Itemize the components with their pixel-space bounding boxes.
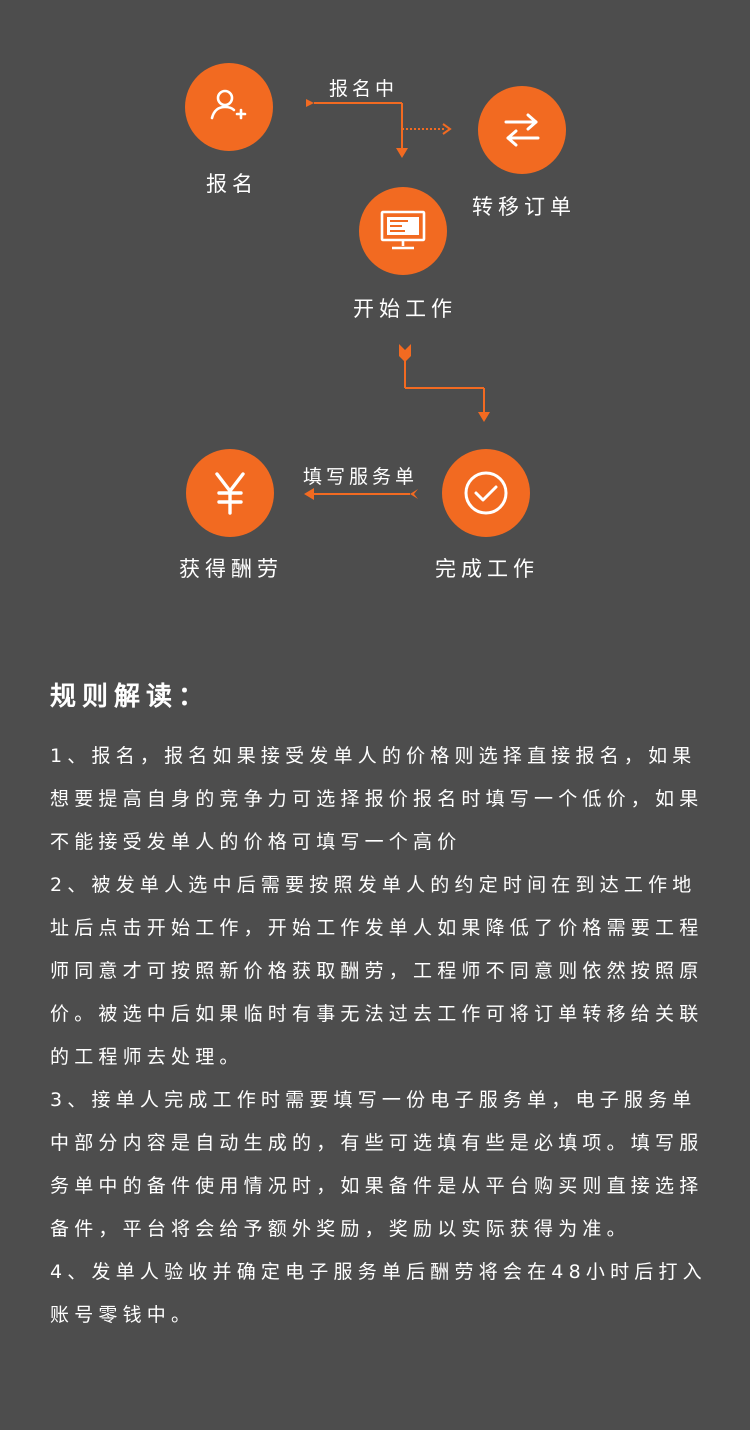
get-reward-step [186,449,274,537]
monitor-icon [380,210,426,250]
yen-icon [215,472,245,515]
start-work-step [359,187,447,275]
complete-work-step [442,449,530,537]
user-add-icon [210,89,247,120]
arrow-complete-to-reward [304,488,418,500]
swap-arrows-icon [504,113,540,147]
signup-step [185,63,273,151]
transfer-order-label: 转移订单 [472,195,576,219]
arrow-to-transfer [402,123,452,135]
get-reward-label: 获得酬劳 [179,557,283,581]
complete-work-label: 完成工作 [435,557,539,581]
rule-item-1: 1、报名，报名如果接受发单人的价格则选择直接报名，如果想要提高自身的竞争力可选择… [50,745,704,853]
signup-label: 报名 [206,172,258,196]
arrow-label-signing-up: 报名中 [329,78,399,100]
start-work-label: 开始工作 [353,297,457,321]
rules-title: 规则解读： [50,682,211,712]
arrow-label-fill-form: 填写服务单 [303,466,419,488]
transfer-order-step [478,86,566,174]
rules-list: 1、报名，报名如果接受发单人的价格则选择直接报名，如果想要提高自身的竞争力可选择… [50,735,710,1337]
rule-item-3: 3、接单人完成工作时需要填写一份电子服务单，电子服务单中部分内容是自动生成的，有… [50,1089,704,1240]
rule-item-4: 4、发单人验收并确定电子服务单后酬劳将会在48小时后打入账号零钱中。 [50,1261,707,1326]
check-circle-icon [464,471,508,515]
arrow-signup-to-start [306,99,408,158]
arrow-start-to-complete [399,344,490,422]
rule-item-2: 2、被发单人选中后需要按照发单人的约定时间在到达工作地址后点击开始工作，开始工作… [50,874,704,1068]
